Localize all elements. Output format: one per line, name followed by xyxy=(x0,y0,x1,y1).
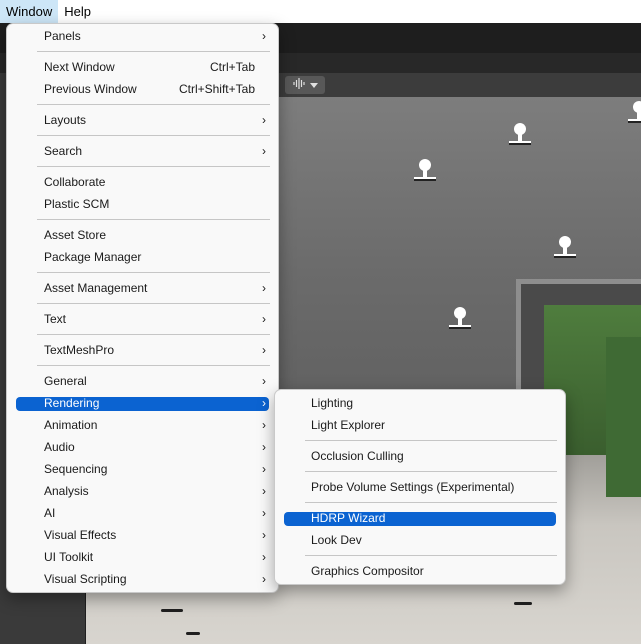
menu-separator xyxy=(37,365,270,366)
floor-debris xyxy=(514,602,532,605)
chevron-right-icon: › xyxy=(262,144,266,158)
menubar-window[interactable]: Window xyxy=(0,0,59,23)
shortcut-label: Ctrl+Shift+Tab xyxy=(178,82,255,96)
audio-wave-icon xyxy=(292,78,306,92)
menu-separator xyxy=(305,440,557,441)
submenu-item-hdrp-wizard[interactable]: HDRP Wizard xyxy=(275,508,565,529)
menu-bar: Window Help xyxy=(0,0,641,23)
chevron-right-icon: › xyxy=(262,550,266,564)
menu-separator xyxy=(37,135,270,136)
rendering-submenu: Lighting Light Explorer Occlusion Cullin… xyxy=(274,389,566,585)
menu-item-general[interactable]: General › xyxy=(7,371,278,392)
menu-separator xyxy=(305,471,557,472)
chevron-right-icon: › xyxy=(262,572,266,586)
window-menu: Panels › Next Window Ctrl+Tab Previous Win… xyxy=(6,23,279,593)
menu-item-asset-store[interactable]: Asset Store xyxy=(7,225,278,246)
audio-toggle-button[interactable] xyxy=(285,76,325,94)
light-gizmo-icon[interactable] xyxy=(626,101,641,127)
scene-green-wall xyxy=(606,337,641,497)
floor-debris xyxy=(161,609,183,612)
chevron-right-icon: › xyxy=(262,312,266,326)
menu-item-asset-management[interactable]: Asset Management › xyxy=(7,278,278,299)
chevron-down-icon xyxy=(309,79,318,91)
submenu-item-lighting[interactable]: Lighting xyxy=(275,393,565,414)
menu-item-package-manager[interactable]: Package Manager xyxy=(7,247,278,268)
menu-item-ui-toolkit[interactable]: UI Toolkit › xyxy=(7,547,278,568)
menu-item-animation[interactable]: Animation › xyxy=(7,415,278,436)
menubar-help[interactable]: Help xyxy=(58,0,97,23)
menu-item-analysis[interactable]: Analysis › xyxy=(7,481,278,502)
chevron-right-icon: › xyxy=(262,440,266,454)
menu-item-ai[interactable]: AI › xyxy=(7,503,278,524)
submenu-item-occlusion-culling[interactable]: Occlusion Culling xyxy=(275,446,565,467)
chevron-right-icon: › xyxy=(262,113,266,127)
chevron-right-icon: › xyxy=(262,29,266,43)
menu-separator xyxy=(305,555,557,556)
submenu-item-probe-volume-settings[interactable]: Probe Volume Settings (Experimental) xyxy=(275,477,565,498)
light-gizmo-icon[interactable] xyxy=(447,307,473,333)
menu-item-search[interactable]: Search › xyxy=(7,141,278,162)
menu-separator xyxy=(37,51,270,52)
chevron-right-icon: › xyxy=(262,418,266,432)
menu-separator xyxy=(37,166,270,167)
menu-separator xyxy=(37,303,270,304)
chevron-right-icon: › xyxy=(262,484,266,498)
menu-item-plastic-scm[interactable]: Plastic SCM xyxy=(7,194,278,215)
light-gizmo-icon[interactable] xyxy=(552,236,578,262)
shortcut-label: Ctrl+Tab xyxy=(209,60,255,74)
submenu-item-graphics-compositor[interactable]: Graphics Compositor xyxy=(275,561,565,582)
menu-separator xyxy=(37,104,270,105)
menu-item-rendering[interactable]: Rendering › xyxy=(7,393,278,414)
chevron-right-icon: › xyxy=(262,374,266,388)
menu-item-audio[interactable]: Audio › xyxy=(7,437,278,458)
chevron-right-icon: › xyxy=(262,343,266,357)
chevron-right-icon: › xyxy=(262,462,266,476)
chevron-right-icon: › xyxy=(262,528,266,542)
menu-item-layouts[interactable]: Layouts › xyxy=(7,110,278,131)
chevron-right-icon: › xyxy=(262,506,266,520)
submenu-item-light-explorer[interactable]: Light Explorer xyxy=(275,415,565,436)
menu-item-previous-window[interactable]: Previous Window Ctrl+Shift+Tab xyxy=(7,79,278,100)
menu-separator xyxy=(37,334,270,335)
menu-item-text[interactable]: Text › xyxy=(7,309,278,330)
menu-item-panels[interactable]: Panels › xyxy=(7,26,278,47)
submenu-item-look-dev[interactable]: Look Dev xyxy=(275,530,565,551)
menu-item-next-window[interactable]: Next Window Ctrl+Tab xyxy=(7,57,278,78)
light-gizmo-icon[interactable] xyxy=(507,123,533,149)
menu-item-visual-scripting[interactable]: Visual Scripting › xyxy=(7,569,278,590)
floor-debris xyxy=(186,632,200,635)
menu-item-collaborate[interactable]: Collaborate xyxy=(7,172,278,193)
menu-separator xyxy=(37,272,270,273)
menu-item-textmeshpro[interactable]: TextMeshPro › xyxy=(7,340,278,361)
menu-separator xyxy=(37,219,270,220)
chevron-right-icon: › xyxy=(262,281,266,295)
light-gizmo-icon[interactable] xyxy=(412,159,438,185)
menu-item-sequencing[interactable]: Sequencing › xyxy=(7,459,278,480)
menu-separator xyxy=(305,502,557,503)
chevron-right-icon: › xyxy=(262,396,266,410)
menu-item-visual-effects[interactable]: Visual Effects › xyxy=(7,525,278,546)
